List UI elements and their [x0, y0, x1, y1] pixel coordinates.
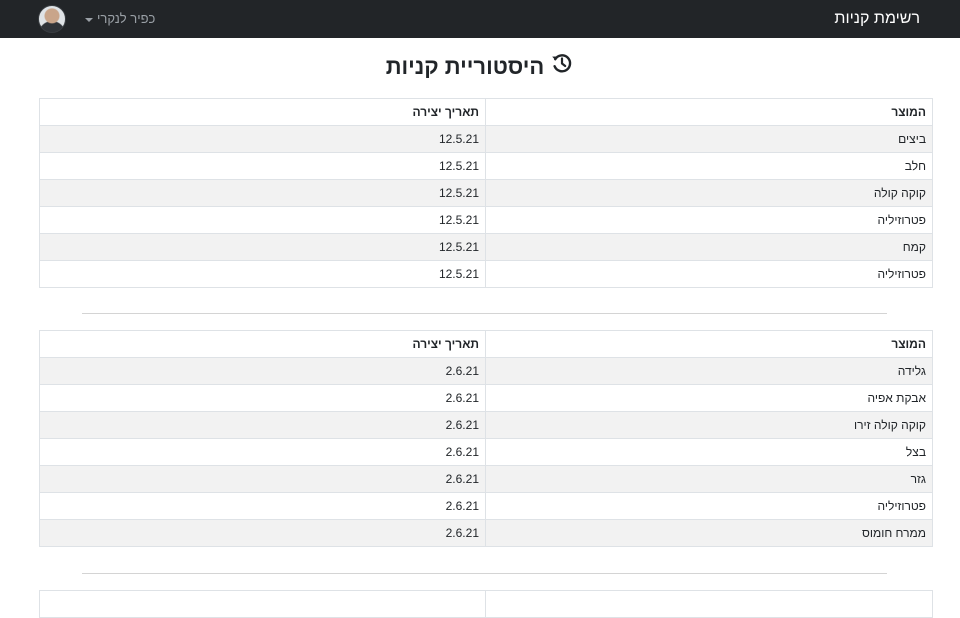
- table-header-row: המוצר תאריך יצירה: [39, 330, 933, 358]
- history-table-1: המוצר תאריך יצירה ביצים 12.5.21 חלב 12.5.2…: [39, 98, 933, 288]
- date-cell: 2.6.21: [39, 384, 486, 412]
- product-cell: פטרוזיליה: [485, 206, 933, 234]
- date-cell: 12.5.21: [39, 179, 486, 207]
- history-table-2: המוצר תאריך יצירה גלידה 2.6.21 אבקת אפיה 2…: [39, 330, 933, 547]
- product-cell: קוקה קולה זירו: [485, 411, 933, 439]
- header-created-date: תאריך יצירה: [39, 98, 486, 126]
- date-cell: 12.5.21: [39, 206, 486, 234]
- page-title: היסטוריית קניות: [0, 53, 960, 83]
- table-header-row: המוצר תאריך יצירה: [39, 98, 933, 126]
- table-row: בצל 2.6.21: [39, 438, 933, 466]
- date-cell: 2.6.21: [39, 465, 486, 493]
- navbar-brand[interactable]: רשימת קניות: [834, 0, 920, 38]
- header-created-date: תאריך יצירה: [39, 330, 486, 358]
- table-row: גזר 2.6.21: [39, 465, 933, 493]
- product-cell: אבקת אפיה: [485, 384, 933, 412]
- caret-down-icon: [85, 17, 93, 22]
- product-cell: ממרח חומוס: [485, 519, 933, 547]
- table-row: ממרח חומוס 2.6.21: [39, 519, 933, 547]
- header-product: המוצר: [485, 330, 933, 358]
- date-cell: 2.6.21: [39, 519, 486, 547]
- table-header-row: [39, 590, 933, 618]
- product-cell: בצל: [485, 438, 933, 466]
- table-row: קמח 12.5.21: [39, 233, 933, 261]
- product-cell: חלב: [485, 152, 933, 180]
- user-avatar[interactable]: [38, 5, 66, 33]
- table-row: קוקה קולה זירו 2.6.21: [39, 411, 933, 439]
- table-row: ביצים 12.5.21: [39, 125, 933, 153]
- table-row: פטרוזיליה 12.5.21: [39, 260, 933, 288]
- section-divider: [82, 573, 887, 574]
- navbar: רשימת קניות כפיר לנקרי: [0, 0, 960, 38]
- date-cell: 12.5.21: [39, 152, 486, 180]
- product-cell: פטרוזיליה: [485, 492, 933, 520]
- product-cell: ביצים: [485, 125, 933, 153]
- table-row: קוקה קולה 12.5.21: [39, 179, 933, 207]
- table-row: חלב 12.5.21: [39, 152, 933, 180]
- page-title-text: היסטוריית קניות: [385, 53, 545, 79]
- table-row: פטרוזיליה 12.5.21: [39, 206, 933, 234]
- date-cell: 2.6.21: [39, 492, 486, 520]
- table-row: אבקת אפיה 2.6.21: [39, 384, 933, 412]
- product-cell: פטרוזיליה: [485, 260, 933, 288]
- product-cell: קמח: [485, 233, 933, 261]
- header-product: [485, 590, 933, 618]
- header-created-date: [39, 590, 486, 618]
- date-cell: 2.6.21: [39, 438, 486, 466]
- table-row: פטרוזיליה 2.6.21: [39, 492, 933, 520]
- header-product: המוצר: [485, 98, 933, 126]
- date-cell: 12.5.21: [39, 125, 486, 153]
- user-menu-dropdown[interactable]: כפיר לנקרי: [85, 0, 155, 38]
- date-cell: 12.5.21: [39, 233, 486, 261]
- product-cell: קוקה קולה: [485, 179, 933, 207]
- history-table-3: [39, 590, 933, 618]
- date-cell: 2.6.21: [39, 411, 486, 439]
- table-row: גלידה 2.6.21: [39, 357, 933, 385]
- history-icon: [550, 51, 574, 81]
- product-cell: גלידה: [485, 357, 933, 385]
- product-cell: גזר: [485, 465, 933, 493]
- date-cell: 12.5.21: [39, 260, 486, 288]
- date-cell: 2.6.21: [39, 357, 486, 385]
- user-name: כפיר לנקרי: [97, 11, 156, 26]
- section-divider: [82, 313, 887, 314]
